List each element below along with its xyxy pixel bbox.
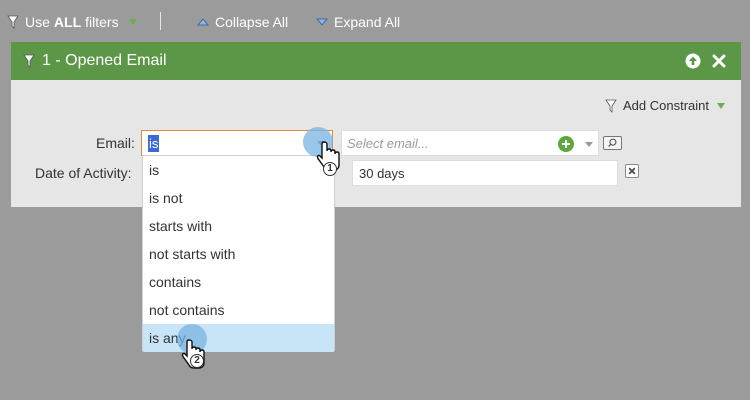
- filter-toolbar: Use ALL filters Collapse All Expand All: [0, 0, 750, 42]
- email-label: Email:: [96, 135, 135, 151]
- filter-icon: [23, 54, 35, 68]
- add-constraint-label: Add Constraint: [623, 98, 709, 113]
- close-icon[interactable]: [711, 53, 727, 69]
- step-badge-2: 2: [190, 354, 204, 368]
- expand-all-label: Expand All: [334, 14, 401, 30]
- date-of-activity-label: Date of Activity:: [35, 165, 132, 181]
- email-input[interactable]: [347, 134, 547, 152]
- move-up-icon[interactable]: [685, 53, 701, 69]
- dropdown-option-is-not[interactable]: is not: [143, 184, 334, 212]
- filter-panel: 1 - Opened Email Add Constraint Email: D…: [11, 42, 741, 207]
- toolbar-divider: [160, 12, 161, 30]
- filter-title: 1 - Opened Email: [42, 52, 167, 69]
- collapse-all-label: Collapse All: [215, 14, 289, 30]
- chevron-down-icon: [717, 102, 725, 109]
- dropdown-option-starts-with[interactable]: starts with: [143, 212, 334, 240]
- filters-label: filters: [85, 14, 119, 30]
- remove-icon[interactable]: [625, 164, 639, 178]
- use-label: Use: [25, 14, 50, 30]
- chevron-down-icon: [128, 19, 137, 25]
- expand-icon: [316, 18, 328, 26]
- collapse-icon: [197, 18, 209, 26]
- use-all-label: ALL: [53, 14, 82, 30]
- dropdown-option-not-contains[interactable]: not contains: [143, 296, 334, 324]
- date-of-activity-field[interactable]: 30 days: [352, 160, 618, 186]
- operator-dropdown: is is not starts with not starts with co…: [142, 155, 335, 352]
- filter-icon: [7, 15, 19, 29]
- collapse-all-button[interactable]: Collapse All: [197, 12, 288, 32]
- dropdown-option-contains[interactable]: contains: [143, 268, 334, 296]
- dropdown-option-not-starts-with[interactable]: not starts with: [143, 240, 334, 268]
- operator-selected-value: is: [148, 135, 160, 152]
- use-all-filters-menu[interactable]: Use ALL filters: [6, 12, 137, 32]
- step-badge-1: 1: [323, 162, 337, 176]
- add-constraint-button[interactable]: Add Constraint: [604, 98, 725, 113]
- dropdown-option-is[interactable]: is: [143, 156, 334, 184]
- expand-all-button[interactable]: Expand All: [316, 12, 400, 32]
- chevron-down-icon[interactable]: [585, 142, 593, 147]
- filter-header: 1 - Opened Email: [11, 42, 741, 80]
- email-select-field[interactable]: [341, 130, 599, 156]
- add-icon[interactable]: [558, 136, 574, 152]
- filter-icon: [605, 99, 617, 113]
- search-icon[interactable]: [603, 136, 622, 150]
- date-value: 30 days: [359, 166, 405, 181]
- dropdown-option-is-any[interactable]: is any: [143, 324, 334, 352]
